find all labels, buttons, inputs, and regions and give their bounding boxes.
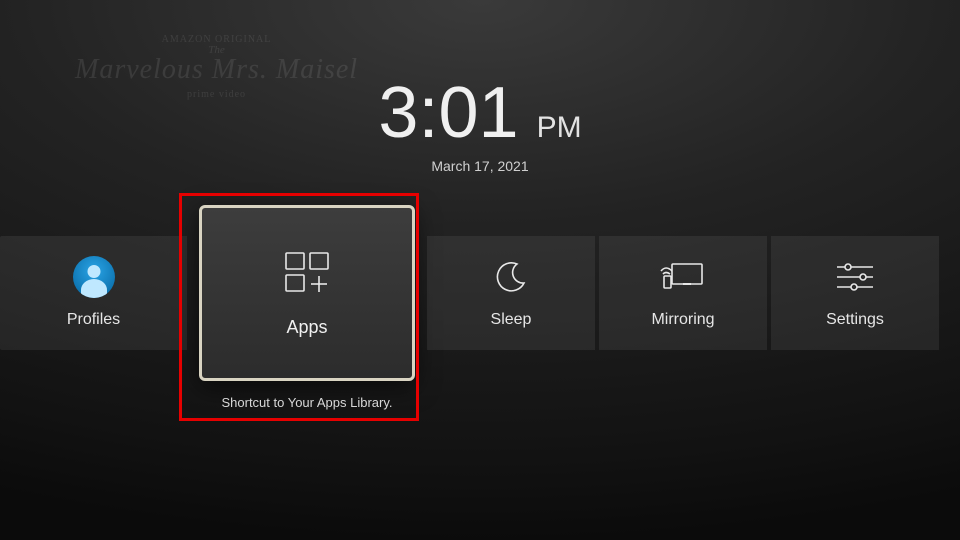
tile-row: Profiles Apps Shortcut to Your Apps Libr… [0,236,960,410]
clock-time: 3:01 [378,72,518,154]
tile-apps-caption: Shortcut to Your Apps Library. [221,395,392,410]
tile-settings-label: Settings [826,311,884,329]
tile-sleep[interactable]: Sleep [427,236,595,350]
tile-apps[interactable]: Apps [199,205,415,381]
tile-mirroring-label: Mirroring [651,311,714,329]
mirroring-icon [660,257,706,297]
profile-icon [73,257,115,297]
clock-date: March 17, 2021 [0,158,960,174]
tile-profiles-label: Profiles [67,311,120,329]
moon-icon [494,257,528,297]
tile-mirroring[interactable]: Mirroring [599,236,767,350]
tile-sleep-label: Sleep [491,311,532,329]
apps-icon [280,249,334,297]
tile-apps-label: Apps [286,317,327,338]
tile-settings[interactable]: Settings [771,236,939,350]
tile-profiles[interactable]: Profiles [0,236,187,350]
clock: 3:01 PM March 17, 2021 [0,72,960,174]
tile-apps-selected-wrap: Apps Shortcut to Your Apps Library. [191,205,423,410]
clock-ampm: PM [537,111,582,145]
promo-line1: AMAZON ORIGINAL [75,35,358,45]
sliders-icon [835,257,875,297]
promo-line2: The [75,45,358,56]
